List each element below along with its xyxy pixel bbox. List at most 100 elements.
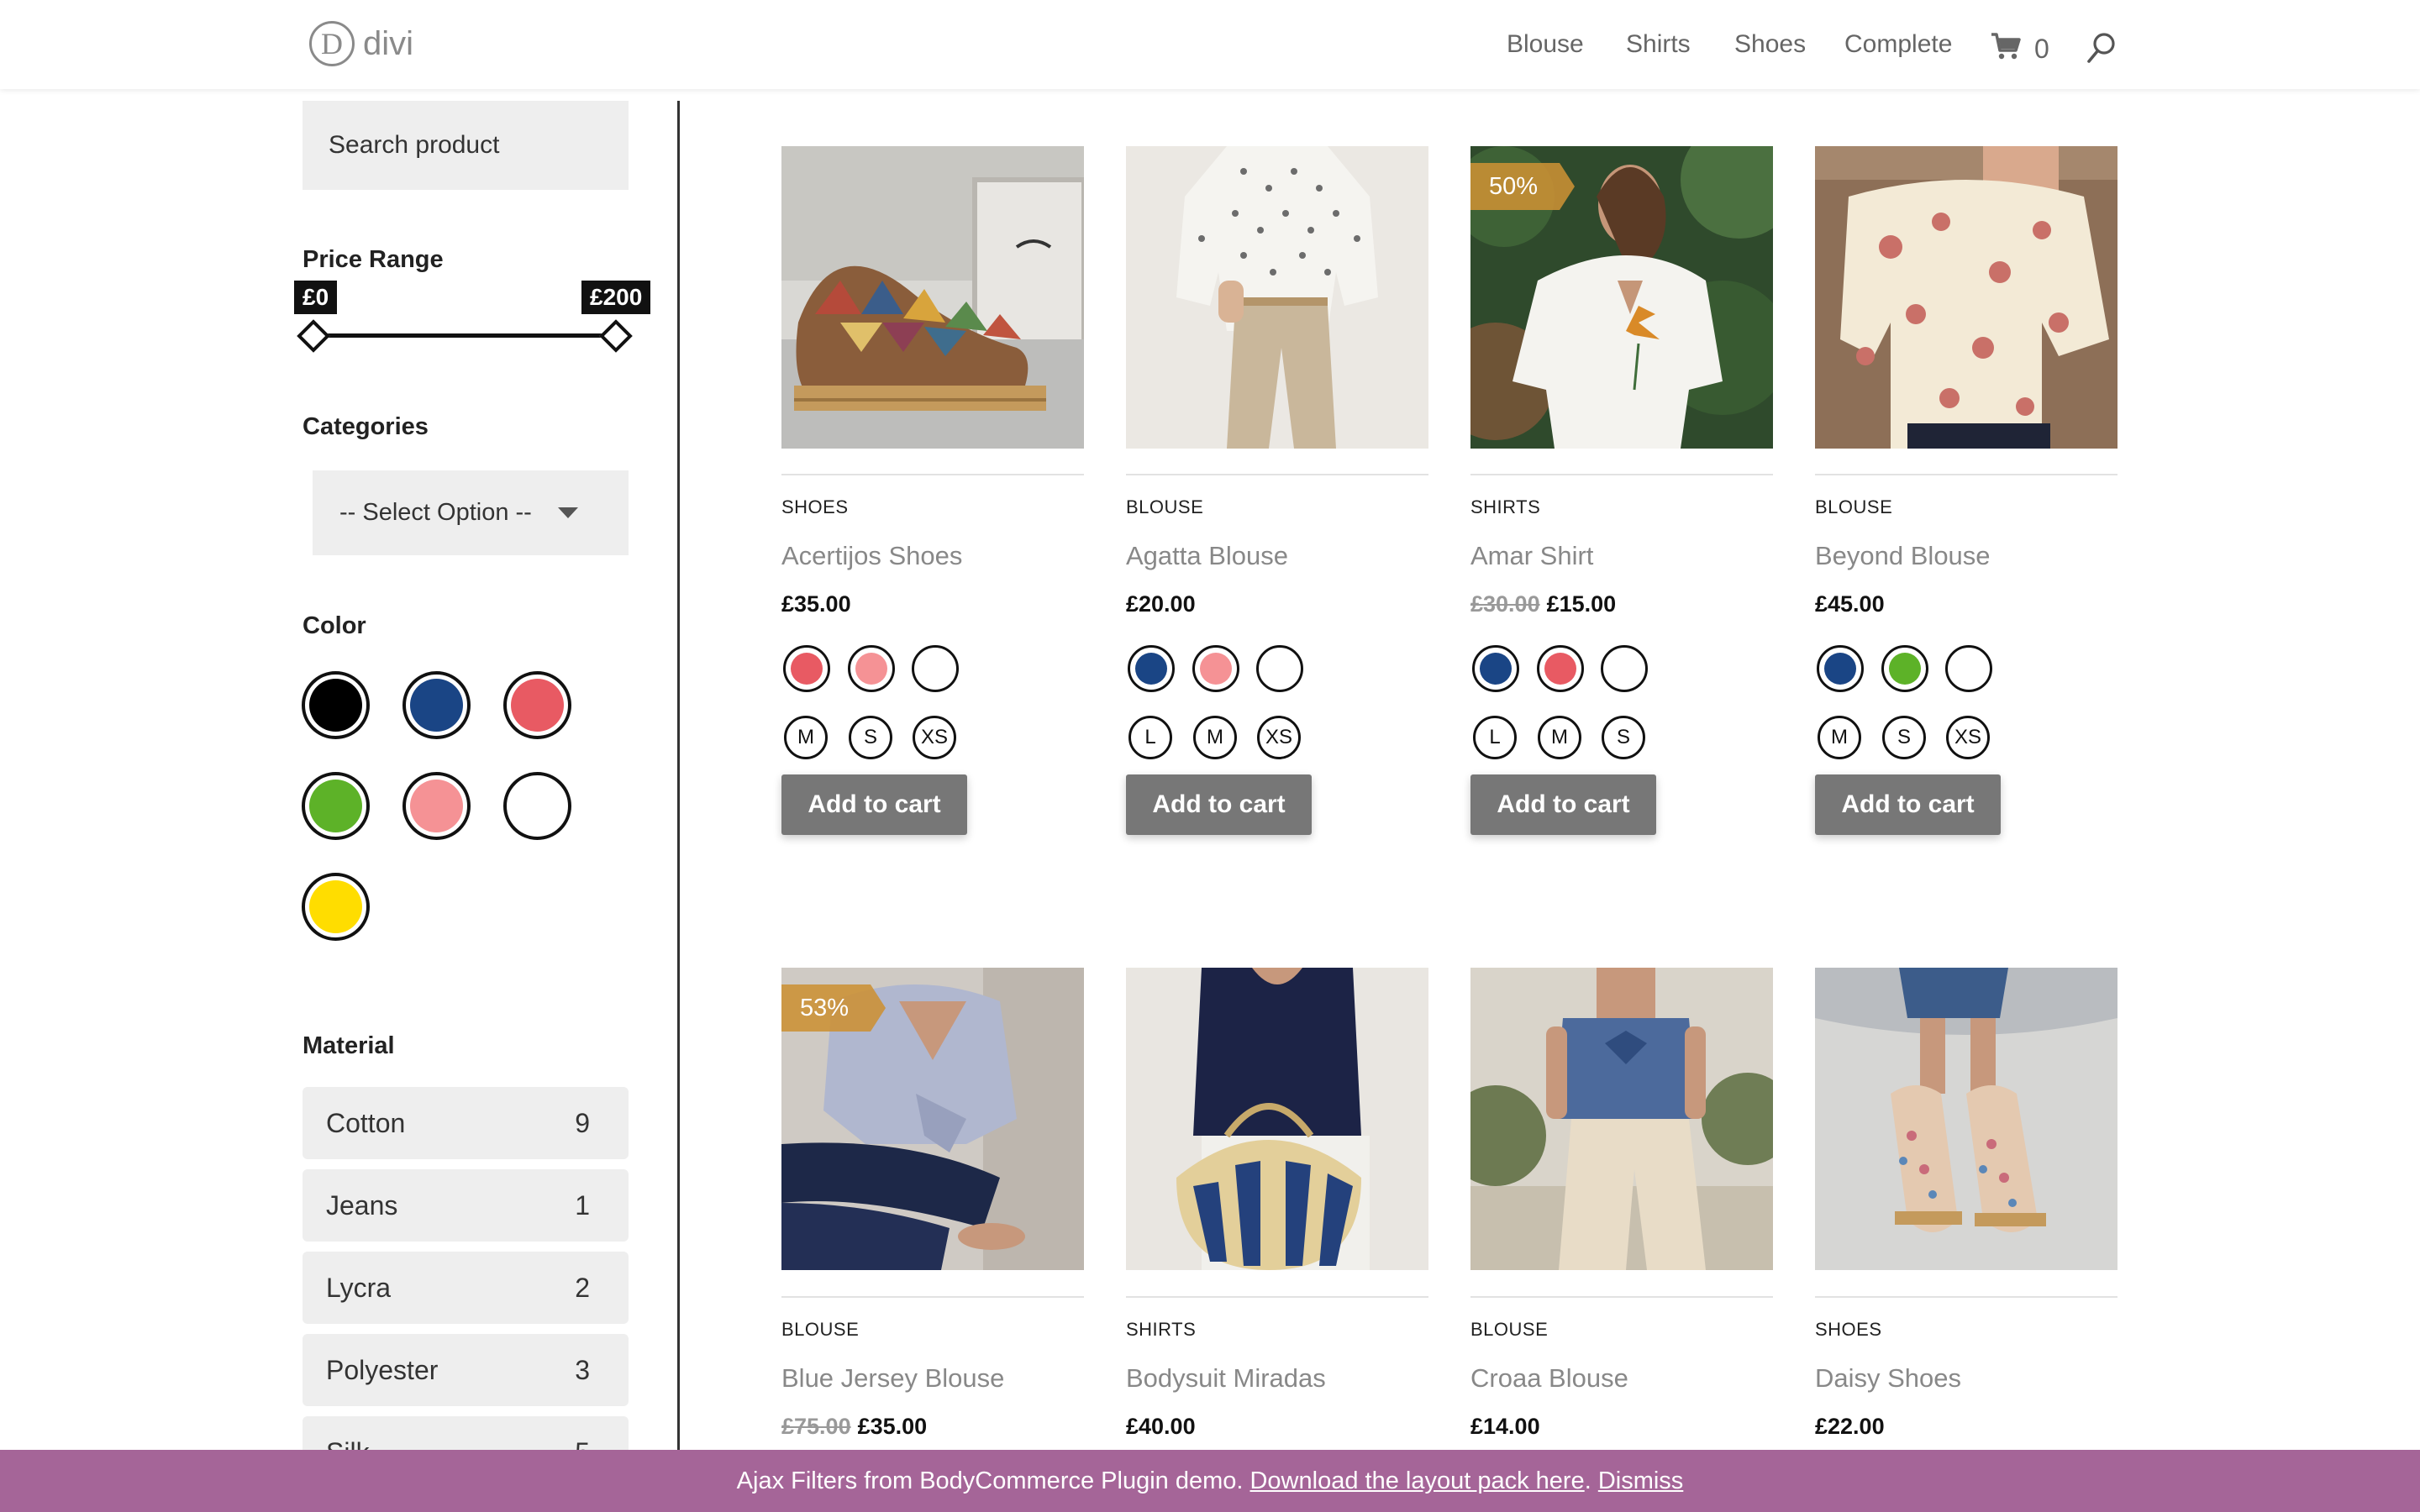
product-name[interactable]: Agatta Blouse xyxy=(1126,540,1288,572)
product-price-old: £75.00 xyxy=(781,1414,851,1439)
nav-blouse[interactable]: Blouse xyxy=(1507,29,1584,60)
product-price-current: £20.00 xyxy=(1126,591,1196,617)
product-price-current: £35.00 xyxy=(781,591,851,617)
add-to-cart-button[interactable]: Add to cart xyxy=(1126,774,1312,835)
product-name[interactable]: Bodysuit Miradas xyxy=(1126,1362,1326,1394)
product-price: £30.00 £15.00 xyxy=(1470,590,1616,618)
color-option[interactable] xyxy=(1817,645,1864,692)
color-option[interactable] xyxy=(1537,645,1584,692)
product-category: SHOES xyxy=(1815,1319,1882,1340)
color-option[interactable] xyxy=(912,645,959,692)
dismiss-link[interactable]: Dismiss xyxy=(1598,1467,1684,1494)
product-image[interactable] xyxy=(1126,146,1428,449)
categories-title: Categories xyxy=(302,413,429,440)
material-item[interactable]: Lycra 2 xyxy=(302,1252,629,1324)
product-name[interactable]: Daisy Shoes xyxy=(1815,1362,1961,1394)
product-category: BLOUSE xyxy=(781,1319,860,1340)
size-option[interactable]: S xyxy=(1882,716,1926,759)
product-divider xyxy=(1470,474,1773,475)
add-to-cart-button[interactable]: Add to cart xyxy=(781,774,967,835)
product-category: BLOUSE xyxy=(1126,496,1204,517)
size-option[interactable]: L xyxy=(1128,716,1172,759)
price-max-handle[interactable] xyxy=(599,319,633,353)
product-price-current: £45.00 xyxy=(1815,591,1885,617)
size-option[interactable]: M xyxy=(1818,716,1861,759)
notice-separator: . xyxy=(1584,1467,1598,1494)
color-swatch-yellow[interactable] xyxy=(302,873,370,941)
size-option[interactable]: M xyxy=(784,716,828,759)
nav-complete[interactable]: Complete xyxy=(1844,29,1952,60)
product-divider xyxy=(781,1296,1084,1298)
product-name[interactable]: Blue Jersey Blouse xyxy=(781,1362,1004,1394)
color-swatch-red[interactable] xyxy=(503,671,571,739)
product-divider xyxy=(781,474,1084,475)
product-image[interactable]: 53% xyxy=(781,968,1084,1270)
add-to-cart-button[interactable]: Add to cart xyxy=(1815,774,2001,835)
search-icon[interactable] xyxy=(2086,31,2118,65)
notice-text: Ajax Filters from BodyCommerce Plugin de… xyxy=(736,1467,1250,1494)
color-option[interactable] xyxy=(1192,645,1239,692)
size-option[interactable]: M xyxy=(1193,716,1237,759)
categories-selected-value: -- Select Option -- xyxy=(339,499,532,526)
color-option[interactable] xyxy=(1256,645,1303,692)
color-option[interactable] xyxy=(1128,645,1175,692)
material-item[interactable]: Polyester 3 xyxy=(302,1334,629,1406)
product-category: BLOUSE xyxy=(1815,496,1893,517)
product-category: SHOES xyxy=(781,496,849,517)
price-max-label: £200 xyxy=(581,281,651,314)
product-image[interactable] xyxy=(1815,146,2118,449)
color-swatch-pink[interactable] xyxy=(402,772,471,840)
size-option[interactable]: XS xyxy=(1257,716,1301,759)
cart-icon[interactable] xyxy=(1991,32,2021,60)
download-layout-link[interactable]: Download the layout pack here xyxy=(1249,1467,1584,1494)
color-swatch-blue[interactable] xyxy=(402,671,471,739)
color-option[interactable] xyxy=(1945,645,1992,692)
product-image[interactable] xyxy=(1126,968,1428,1270)
product-name[interactable]: Amar Shirt xyxy=(1470,540,1593,572)
material-name: Jeans xyxy=(326,1190,398,1221)
price-range-track[interactable] xyxy=(314,333,617,338)
cart-count[interactable]: 0 xyxy=(2034,32,2049,66)
product-name[interactable]: Acertijos Shoes xyxy=(781,540,962,572)
material-item[interactable]: Cotton 9 xyxy=(302,1087,629,1159)
product-name[interactable]: Croaa Blouse xyxy=(1470,1362,1628,1394)
product-price: £40.00 xyxy=(1126,1412,1196,1441)
add-to-cart-button[interactable]: Add to cart xyxy=(1470,774,1656,835)
product-price: £75.00 £35.00 xyxy=(781,1412,927,1441)
demo-notice-bar: Ajax Filters from BodyCommerce Plugin de… xyxy=(0,1450,2420,1512)
color-option[interactable] xyxy=(783,645,830,692)
material-title: Material xyxy=(302,1032,395,1059)
product-divider xyxy=(1815,1296,2118,1298)
nav-shoes[interactable]: Shoes xyxy=(1734,29,1806,60)
logo-text[interactable]: divi xyxy=(363,25,413,62)
product-divider xyxy=(1815,474,2118,475)
size-option[interactable]: XS xyxy=(913,716,956,759)
color-title: Color xyxy=(302,612,366,639)
color-option[interactable] xyxy=(1601,645,1648,692)
product-image[interactable]: 50% xyxy=(1470,146,1773,449)
product-image[interactable] xyxy=(781,146,1084,449)
size-option[interactable]: XS xyxy=(1946,716,1990,759)
nav-shirts[interactable]: Shirts xyxy=(1626,29,1691,60)
size-option[interactable]: S xyxy=(849,716,892,759)
product-price: £35.00 xyxy=(781,590,851,618)
product-image[interactable] xyxy=(1815,968,2118,1270)
size-option[interactable]: S xyxy=(1602,716,1645,759)
color-swatch-green[interactable] xyxy=(302,772,370,840)
color-swatch-white[interactable] xyxy=(503,772,571,840)
product-name[interactable]: Beyond Blouse xyxy=(1815,540,1991,572)
color-option[interactable] xyxy=(848,645,895,692)
search-product-input[interactable] xyxy=(302,101,629,190)
color-option[interactable] xyxy=(1881,645,1928,692)
price-min-handle[interactable] xyxy=(297,319,330,353)
logo-mark[interactable]: D xyxy=(309,21,355,66)
categories-select[interactable]: -- Select Option -- xyxy=(313,470,629,555)
material-item[interactable]: Jeans 1 xyxy=(302,1169,629,1242)
color-option[interactable] xyxy=(1472,645,1519,692)
product-price-current: £14.00 xyxy=(1470,1414,1540,1439)
size-option[interactable]: L xyxy=(1473,716,1517,759)
color-swatch-black[interactable] xyxy=(302,671,370,739)
product-image[interactable] xyxy=(1470,968,1773,1270)
product-price: £14.00 xyxy=(1470,1412,1540,1441)
size-option[interactable]: M xyxy=(1538,716,1581,759)
